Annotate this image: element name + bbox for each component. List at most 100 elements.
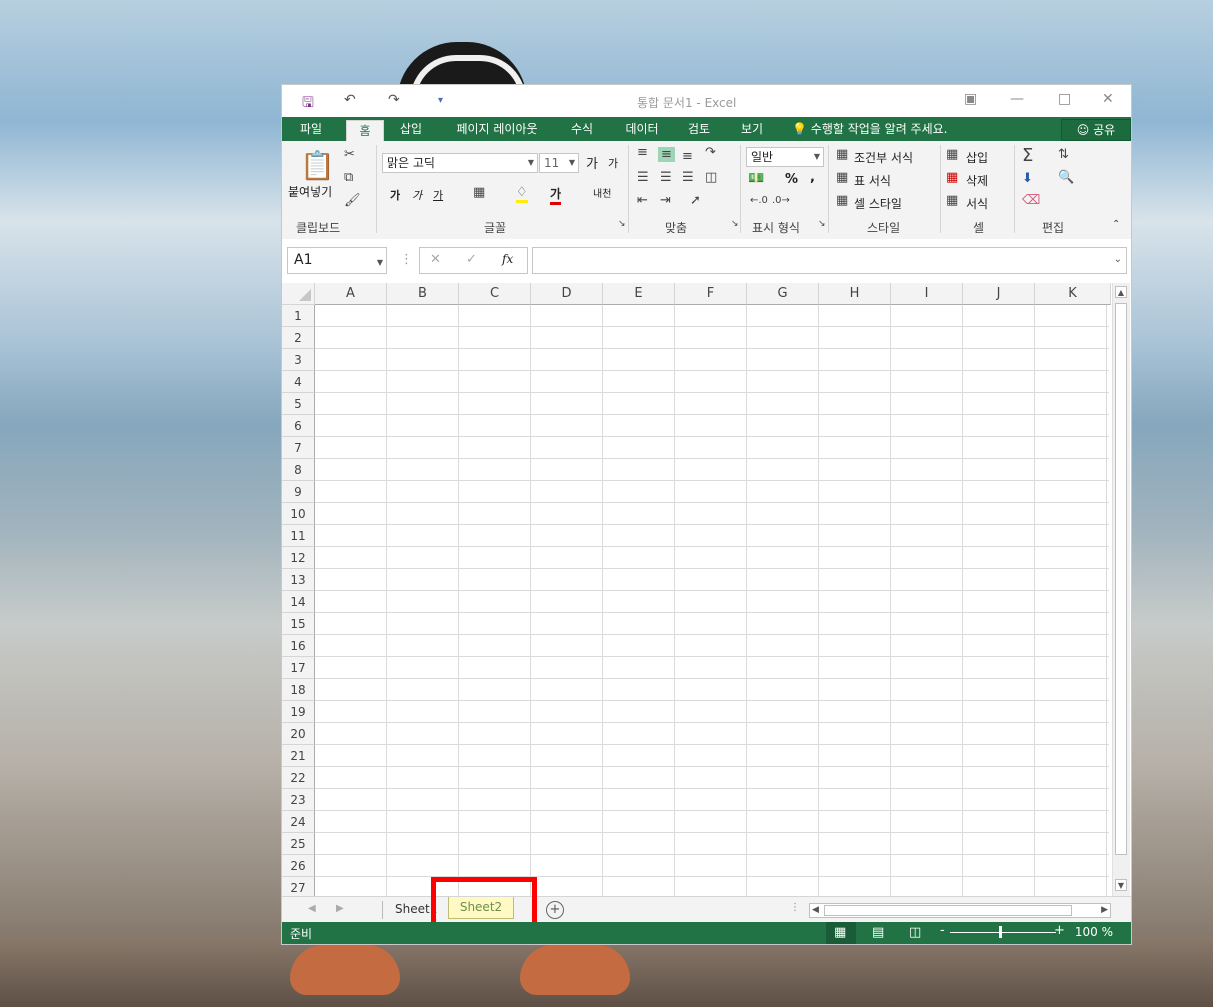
zoom-slider[interactable] bbox=[950, 932, 1056, 933]
cancel-icon[interactable]: ✕ bbox=[430, 252, 441, 267]
row-header[interactable]: 17 bbox=[282, 657, 315, 679]
zoom-out-icon[interactable]: - bbox=[940, 923, 945, 938]
column-header[interactable]: C bbox=[459, 283, 531, 305]
row-header[interactable]: 8 bbox=[282, 459, 315, 481]
delete-cells-button[interactable]: 삭제 bbox=[966, 172, 988, 189]
decrease-indent-icon[interactable]: ⇤ bbox=[637, 193, 648, 208]
cell-styles-icon[interactable]: ▦ bbox=[836, 193, 848, 208]
increase-decimal-icon[interactable]: ←.0 bbox=[750, 195, 768, 206]
page-break-view-icon[interactable]: ◫ bbox=[909, 925, 921, 940]
dialog-launcher-icon[interactable]: ↘ bbox=[731, 219, 739, 229]
insert-function-button[interactable]: fx bbox=[502, 252, 513, 266]
column-header[interactable]: H bbox=[819, 283, 891, 305]
maximize-icon[interactable]: □ bbox=[1058, 91, 1071, 107]
scroll-right-icon[interactable]: ▶ bbox=[1101, 904, 1108, 917]
normal-view-icon[interactable]: ▦ bbox=[834, 925, 846, 940]
increase-font-button[interactable]: 가 bbox=[586, 153, 598, 172]
cut-icon[interactable]: ✂ bbox=[344, 147, 355, 162]
dialog-launcher-icon[interactable]: ↘ bbox=[618, 219, 626, 229]
column-header[interactable]: G bbox=[747, 283, 819, 305]
row-header[interactable]: 24 bbox=[282, 811, 315, 833]
tab-view[interactable]: 보기 bbox=[732, 117, 772, 141]
align-top-icon[interactable]: ≡ bbox=[637, 145, 648, 160]
column-header[interactable]: E bbox=[603, 283, 675, 305]
row-header[interactable]: 22 bbox=[282, 767, 315, 789]
conditional-format-icon[interactable]: ▦ bbox=[836, 147, 848, 162]
row-header[interactable]: 20 bbox=[282, 723, 315, 745]
zoom-slider-thumb[interactable] bbox=[999, 926, 1002, 938]
orientation-icon[interactable]: ➚ bbox=[690, 193, 701, 208]
expand-formula-icon[interactable]: ⌄ bbox=[1114, 254, 1122, 265]
tab-page-layout[interactable]: 페이지 레이아웃 bbox=[447, 117, 547, 141]
add-sheet-icon[interactable]: + bbox=[546, 901, 564, 919]
phonetic-button[interactable]: 내천 bbox=[593, 185, 611, 200]
delete-cells-icon[interactable]: ▦ bbox=[946, 170, 958, 185]
row-header[interactable]: 27 bbox=[282, 877, 315, 896]
tab-home[interactable]: 홈 bbox=[346, 120, 384, 142]
italic-button[interactable]: 가 bbox=[412, 187, 422, 203]
column-header[interactable]: D bbox=[531, 283, 603, 305]
column-header[interactable]: I bbox=[891, 283, 963, 305]
row-header[interactable]: 2 bbox=[282, 327, 315, 349]
paste-icon[interactable]: 📋 bbox=[300, 149, 335, 182]
wrap-text-icon[interactable]: ↷ bbox=[705, 145, 716, 160]
customize-qat-icon[interactable]: ▾ bbox=[438, 95, 443, 106]
merge-center-icon[interactable]: ◫ bbox=[705, 170, 717, 185]
select-all-button[interactable] bbox=[282, 283, 315, 305]
collapse-ribbon-icon[interactable]: ⌃ bbox=[1112, 219, 1120, 230]
font-name-select[interactable]: 맑은 고딕 ▼ bbox=[382, 153, 538, 173]
increase-indent-icon[interactable]: ⇥ bbox=[660, 193, 671, 208]
scroll-up-icon[interactable]: ▲ bbox=[1115, 286, 1127, 298]
redo-icon[interactable]: ↷ bbox=[388, 92, 400, 108]
comma-button[interactable]: , bbox=[810, 170, 815, 185]
fill-icon[interactable]: ⬇ bbox=[1022, 171, 1033, 186]
page-layout-view-icon[interactable]: ▤ bbox=[872, 925, 884, 940]
row-header[interactable]: 16 bbox=[282, 635, 315, 657]
tab-review[interactable]: 검토 bbox=[679, 117, 719, 141]
format-table-icon[interactable]: ▦ bbox=[836, 170, 848, 185]
decrease-font-button[interactable]: 가 bbox=[608, 155, 618, 171]
row-header[interactable]: 13 bbox=[282, 569, 315, 591]
column-header[interactable]: A bbox=[315, 283, 387, 305]
row-header[interactable]: 5 bbox=[282, 393, 315, 415]
row-header[interactable]: 10 bbox=[282, 503, 315, 525]
percent-button[interactable]: % bbox=[785, 172, 798, 187]
dialog-launcher-icon[interactable]: ↘ bbox=[818, 219, 826, 229]
name-box[interactable]: A1 ▼ bbox=[287, 247, 387, 274]
column-header[interactable]: J bbox=[963, 283, 1035, 305]
row-header[interactable]: 7 bbox=[282, 437, 315, 459]
scroll-left-icon[interactable]: ◀ bbox=[812, 904, 819, 917]
align-center-icon[interactable]: ☰ bbox=[660, 170, 672, 185]
undo-icon[interactable]: ↶ bbox=[344, 92, 356, 108]
underline-button[interactable]: 가 bbox=[433, 187, 443, 203]
align-bottom-icon[interactable]: ≡ bbox=[682, 149, 693, 164]
zoom-level[interactable]: 100 % bbox=[1075, 925, 1113, 939]
close-icon[interactable]: ✕ bbox=[1102, 91, 1114, 107]
align-right-icon[interactable]: ☰ bbox=[682, 170, 694, 185]
row-header[interactable]: 4 bbox=[282, 371, 315, 393]
copy-icon[interactable]: ⧉ bbox=[344, 170, 353, 185]
row-header[interactable]: 15 bbox=[282, 613, 315, 635]
share-button[interactable]: ☺ 공유 bbox=[1061, 119, 1131, 141]
ribbon-display-icon[interactable]: ▣ bbox=[964, 91, 977, 107]
row-header[interactable]: 12 bbox=[282, 547, 315, 569]
row-header[interactable]: 11 bbox=[282, 525, 315, 547]
more-icon[interactable]: ⋮ bbox=[790, 902, 800, 913]
tab-formulas[interactable]: 수식 bbox=[562, 117, 602, 141]
decrease-decimal-icon[interactable]: .0→ bbox=[772, 195, 790, 206]
row-header[interactable]: 3 bbox=[282, 349, 315, 371]
cell-area[interactable] bbox=[315, 305, 1109, 896]
prev-sheet-icon[interactable]: ◀ bbox=[308, 903, 316, 914]
border-icon[interactable]: ▦ bbox=[473, 185, 485, 200]
formula-input[interactable]: ⌄ bbox=[532, 247, 1127, 274]
find-select-icon[interactable]: 🔍 bbox=[1058, 170, 1074, 185]
format-painter-icon[interactable]: 🖌 bbox=[344, 193, 361, 208]
horizontal-scrollbar[interactable]: ◀ ▶ bbox=[809, 903, 1111, 918]
row-header[interactable]: 6 bbox=[282, 415, 315, 437]
column-header[interactable]: F bbox=[675, 283, 747, 305]
scroll-thumb[interactable] bbox=[824, 905, 1072, 916]
column-header[interactable]: K bbox=[1035, 283, 1111, 305]
accounting-format-icon[interactable]: 💵 bbox=[748, 171, 764, 186]
row-header[interactable]: 26 bbox=[282, 855, 315, 877]
tell-me-box[interactable]: 💡 수행할 작업을 알려 주세요. bbox=[792, 117, 947, 141]
